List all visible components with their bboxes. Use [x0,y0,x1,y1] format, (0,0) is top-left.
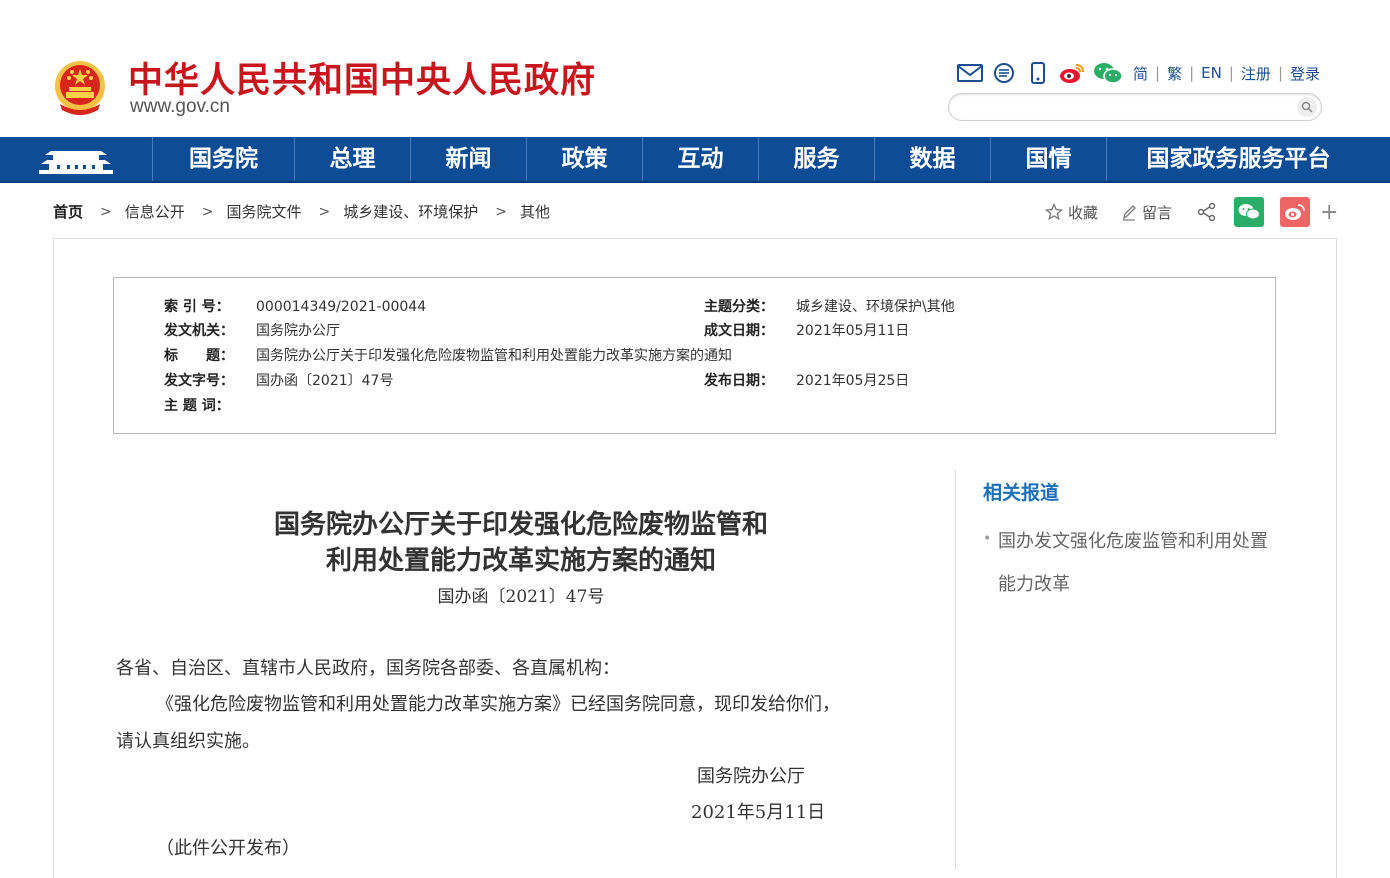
share-bar: 收藏 留言 + [1045,197,1338,227]
meta-issuer-value: 国务院办公厅 [256,323,340,339]
meta-topic-label: 主题分类： [704,299,774,315]
tiananmen-icon[interactable] [0,137,152,181]
meta-docno-row: 发文字号： 国办函〔2021〕47号 [164,370,393,390]
nav-item-state-council[interactable]: 国务院 [152,137,294,181]
separator: | [1277,64,1283,82]
collect-label: 收藏 [1068,203,1099,222]
site-url: www.gov.cn [130,96,230,117]
meta-pubdate-row: 发布日期： 2021年05月25日 [704,370,909,390]
meta-pubdate-value: 2021年05月25日 [796,373,910,389]
login-link[interactable]: 登录 [1290,63,1320,84]
meta-index-row: 索 引 号： 000014349/2021-00044 [164,296,426,316]
article-title-line1: 国务院办公厅关于印发强化危险废物监管和 [273,510,768,540]
nav-item-policy[interactable]: 政策 [526,137,642,181]
language-links: 简 | 繁 | EN | 注册 | 登录 [1133,63,1320,84]
meta-topic-value: 城乡建设、环境保护\其他 [796,299,955,315]
search-box [948,93,1322,121]
bullet-icon: • [983,531,992,547]
share-icon[interactable] [1197,202,1217,222]
article-doc-number: 国办函〔2021〕47号 [437,587,605,607]
breadcrumb: 首页 > 信息公开 > 国务院文件 > 城乡建设、环境保护 > 其他 [53,201,550,222]
weibo-icon[interactable] [1059,61,1085,85]
english-link[interactable]: EN [1201,64,1222,82]
related-report-link[interactable]: 国办发文强化危废监管和利用处置能力改革 [998,520,1278,606]
meta-index-label: 索 引 号： [164,299,230,315]
meta-docno-label: 发文字号： [164,373,234,389]
article-public-note: （此件公开发布） [156,838,300,859]
nav-item-gov-service-platform[interactable]: 国家政务服务平台 [1106,137,1370,181]
meta-title-label: 标 题： [164,348,234,364]
meta-pubdate-label: 发布日期： [704,373,774,389]
article-sign-date: 2021年5月11日 [691,802,826,823]
chevron-right-icon: > [318,203,331,220]
mail-icon[interactable] [957,61,983,85]
national-emblem-icon[interactable] [52,58,108,118]
separator: | [1189,64,1195,82]
main-nav: 国务院 总理 新闻 政策 互动 服务 数据 国情 国家政务服务平台 [0,137,1390,183]
simplified-link[interactable]: 简 [1133,63,1148,84]
search-icon[interactable] [1297,97,1317,117]
nav-item-service[interactable]: 服务 [758,137,874,181]
nav-item-news[interactable]: 新闻 [410,137,526,181]
meta-title-row: 标 题： 国务院办公厅关于印发强化危险废物监管和利用处置能力改革实施方案的通知 [164,345,732,365]
breadcrumb-home[interactable]: 首页 [53,201,83,222]
site-header: 中华人民共和国中央人民政府 www.gov.cn 简 | 繁 | EN | 注册… [0,0,1390,137]
weibo-share-icon[interactable] [1280,197,1311,227]
more-share-button[interactable]: + [1320,200,1338,225]
meta-issuer-label: 发文机关： [164,323,234,339]
breadcrumb-info-disclosure[interactable]: 信息公开 [125,201,185,222]
collect-button[interactable]: 收藏 [1045,202,1098,223]
nav-item-national-info[interactable]: 国情 [990,137,1106,181]
article-salutation: 各省、自治区、直辖市人民政府，国务院各部委、各直属机构： [116,658,620,679]
header-toolbar: 简 | 繁 | EN | 注册 | 登录 [957,60,1320,86]
meta-index-value: 000014349/2021-00044 [256,299,427,315]
meta-keywords-label: 主 题 词： [164,398,230,414]
article-body-line2: 请认真组织实施。 [116,731,260,752]
article-signer: 国务院办公厅 [697,766,805,787]
traditional-link[interactable]: 繁 [1167,63,1182,84]
meta-keywords-row: 主 题 词： [164,395,256,415]
separator: | [1228,64,1234,82]
nav-item-premier[interactable]: 总理 [294,137,410,181]
register-link[interactable]: 注册 [1241,63,1271,84]
chevron-right-icon: > [201,203,214,220]
article-title-line2: 利用处置能力改革实施方案的通知 [325,546,716,576]
breadcrumb-state-council-docs[interactable]: 国务院文件 [227,201,302,222]
separator: | [1155,64,1161,82]
wechat-icon[interactable] [1093,61,1123,85]
article-body-line1: 《强化危险废物监管和利用处置能力改革实施方案》已经国务院同意，现印发给你们， [156,694,840,715]
document-meta-table: 索 引 号： 000014349/2021-00044 主题分类： 城乡建设、环境保… [113,277,1276,434]
breadcrumb-urban-environment[interactable]: 城乡建设、环境保护 [343,201,478,222]
meta-docno-value: 国办函〔2021〕47号 [256,373,394,389]
sidebar-divider [955,470,956,870]
nav-item-interaction[interactable]: 互动 [642,137,758,181]
comment-button[interactable]: 留言 [1121,202,1172,223]
meta-topic-row: 主题分类： 城乡建设、环境保护\其他 [704,296,955,316]
comment-label: 留言 [1142,203,1173,222]
related-reports-title: 相关报道 [983,482,1060,504]
message-icon[interactable] [991,61,1017,85]
meta-issuer-row: 发文机关： 国务院办公厅 [164,320,340,340]
star-icon [1045,203,1063,221]
meta-date-row: 成文日期： 2021年05月11日 [704,320,909,340]
meta-date-value: 2021年05月11日 [796,323,910,339]
meta-date-label: 成文日期： [704,323,774,339]
chevron-right-icon: > [100,203,112,220]
nav-item-data[interactable]: 数据 [874,137,990,181]
breadcrumb-other[interactable]: 其他 [520,201,550,222]
meta-title-value: 国务院办公厅关于印发强化危险废物监管和利用处置能力改革实施方案的通知 [256,348,732,364]
pencil-icon [1122,205,1136,221]
search-input[interactable] [961,97,1285,119]
chevron-right-icon: > [495,203,507,220]
wechat-share-icon[interactable] [1234,197,1265,227]
mobile-icon[interactable] [1025,61,1051,85]
